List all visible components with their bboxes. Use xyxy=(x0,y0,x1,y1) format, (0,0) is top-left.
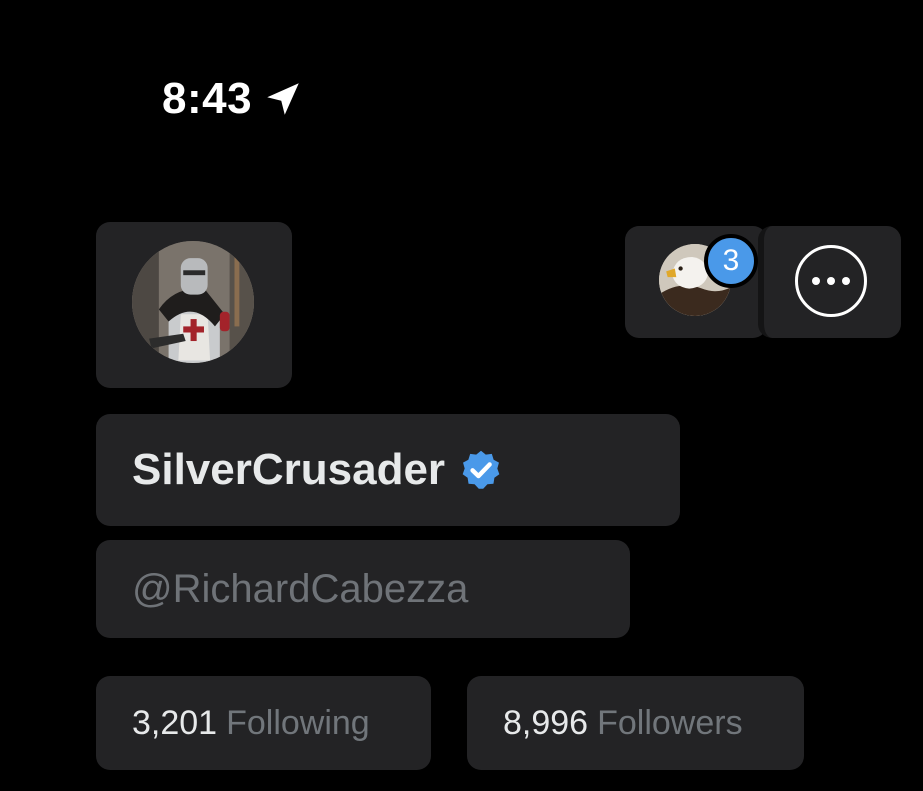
display-name-card: SilverCrusader xyxy=(96,414,680,526)
dot xyxy=(827,277,835,285)
following-stat[interactable]: 3,201 Following xyxy=(96,676,431,770)
notification-badge: 3 xyxy=(704,234,758,288)
following-label: Following xyxy=(226,704,370,742)
subscriptions-button[interactable]: 3 xyxy=(625,226,767,338)
followers-label: Followers xyxy=(597,704,743,742)
handle-card: @RichardCabezza xyxy=(96,540,630,638)
followers-count: 8,996 xyxy=(503,704,589,742)
user-handle: @RichardCabezza xyxy=(132,567,469,611)
profile-screen: 8:43 3 SilverCrusader @RichardCabezza 3,… xyxy=(0,0,923,791)
location-arrow-icon xyxy=(262,78,304,120)
dot xyxy=(812,277,820,285)
dot xyxy=(842,277,850,285)
more-options-button[interactable] xyxy=(758,226,901,338)
status-bar: 8:43 xyxy=(162,74,304,124)
verified-badge-icon[interactable] xyxy=(459,448,503,492)
followers-stat[interactable]: 8,996 Followers xyxy=(467,676,804,770)
display-name: SilverCrusader xyxy=(132,445,446,494)
avatar[interactable] xyxy=(132,241,254,363)
profile-avatar-card[interactable] xyxy=(96,222,292,388)
status-time: 8:43 xyxy=(162,74,253,123)
more-options-icon xyxy=(795,245,867,317)
following-count: 3,201 xyxy=(132,704,218,742)
